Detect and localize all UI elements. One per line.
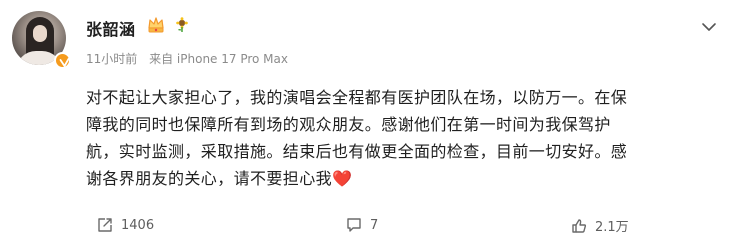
weibo-post-card: 张韶涵 11小时前 来自 iPhone 17 Pro Max 对不起让大家担心了…: [0, 0, 731, 247]
comment-icon: [347, 218, 361, 232]
post-meta: 11小时前 来自 iPhone 17 Pro Max: [86, 50, 296, 67]
post-source: 来自 iPhone 17 Pro Max: [149, 52, 288, 66]
sunflower-badge-icon[interactable]: [174, 17, 190, 33]
verified-badge-icon: [54, 52, 71, 69]
like-button[interactable]: 2.1万: [570, 216, 629, 235]
action-bar: 1406 7 2.1万: [0, 212, 731, 242]
post-content: 对不起让大家担心了，我的演唱会全程都有医护团队在场，以防万一。在保障我的同时也保…: [86, 84, 638, 192]
post-time: 11小时前: [86, 52, 138, 66]
avatar-face: [33, 25, 47, 42]
share-button[interactable]: 1406: [96, 216, 154, 234]
share-count: 1406: [121, 217, 155, 233]
user-name[interactable]: 张韶涵: [86, 16, 136, 40]
like-count: 2.1万: [595, 220, 629, 235]
crown-badge-icon[interactable]: [146, 15, 166, 35]
heart-emoji: ❤️: [332, 169, 353, 188]
post-text: 对不起让大家担心了，我的演唱会全程都有医护团队在场，以防万一。在保障我的同时也保…: [86, 88, 628, 188]
share-icon: [98, 218, 112, 232]
comment-button[interactable]: 7: [345, 216, 378, 234]
chevron-down-icon[interactable]: [700, 18, 718, 31]
comment-count: 7: [370, 217, 379, 233]
thumbs-up-icon: [572, 218, 587, 233]
